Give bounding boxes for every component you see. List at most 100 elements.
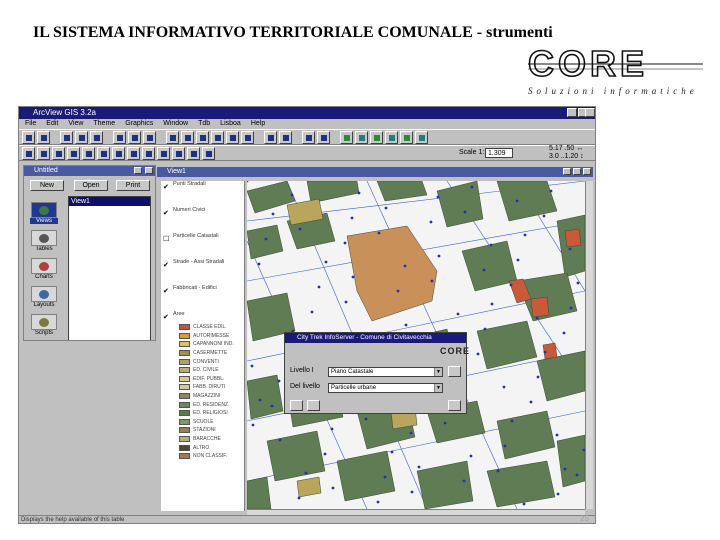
theme-checkbox[interactable]: ✔	[163, 261, 169, 269]
menu-edit[interactable]: Edit	[46, 119, 58, 129]
table-icon	[94, 134, 100, 141]
dialog-stop-button[interactable]	[290, 400, 303, 411]
level-select[interactable]: Piano Catastale ▼	[328, 367, 443, 377]
menu-file[interactable]: File	[25, 119, 36, 129]
theme-checkbox[interactable]: ✔	[163, 287, 169, 295]
zoom-in-button[interactable]	[211, 130, 224, 144]
hotlink-tool[interactable]	[142, 146, 155, 160]
label-tool[interactable]	[157, 146, 170, 160]
layout-button[interactable]	[317, 130, 330, 144]
snap-tool[interactable]	[202, 146, 215, 160]
select-feature-icon	[71, 150, 77, 157]
view-close-button[interactable]	[583, 168, 591, 175]
map-tool-button[interactable]	[400, 130, 413, 144]
pointer-tool[interactable]	[37, 146, 50, 160]
layouts-icon[interactable]	[31, 286, 57, 302]
print-button[interactable]	[385, 130, 398, 144]
dialog-table-button[interactable]	[307, 400, 320, 411]
tables-icon[interactable]	[31, 230, 57, 246]
pan-tool[interactable]	[112, 146, 125, 160]
vertex-edit-tool[interactable]	[52, 146, 65, 160]
theme-checkbox[interactable]: ☐	[163, 235, 169, 243]
theme-checkbox[interactable]: ✔	[163, 313, 169, 321]
menu-view[interactable]: View	[68, 119, 83, 129]
scripts-icon[interactable]	[31, 314, 57, 330]
project-print-button[interactable]: Print	[116, 180, 150, 191]
close-button[interactable]	[585, 108, 595, 117]
text-tool[interactable]	[172, 146, 185, 160]
menu-window[interactable]: Window	[163, 119, 188, 129]
theme-checkbox[interactable]: ✔	[163, 209, 169, 217]
help-button[interactable]	[302, 130, 315, 144]
theme-entry[interactable]: ✔ Strade - Assi Stradali	[161, 259, 244, 285]
minimize-button[interactable]	[567, 108, 577, 117]
address-point	[376, 500, 380, 504]
menu-tdb[interactable]: Tdb	[198, 119, 210, 129]
select-features-button[interactable]	[264, 130, 277, 144]
people-button[interactable]	[370, 130, 383, 144]
theme-checkbox[interactable]: ✔	[163, 183, 169, 191]
sublevel-select[interactable]: Particelle urbane ▼	[328, 383, 443, 393]
zoom-selected-button[interactable]	[196, 130, 209, 144]
infoserver-button[interactable]	[340, 130, 353, 144]
map-vertical-scrollbar[interactable]	[585, 181, 593, 509]
draw-tool[interactable]	[187, 146, 200, 160]
menu-help[interactable]: Help	[251, 119, 265, 129]
legend-swatch	[179, 410, 190, 417]
theme-name: Strade - Assi Stradali	[173, 259, 225, 265]
project-new-button[interactable]: New	[30, 180, 64, 191]
building-polygon	[376, 181, 428, 202]
charts-icon[interactable]	[31, 258, 57, 274]
report-button[interactable]	[415, 130, 428, 144]
theme-entry[interactable]: ☐ Particelle Catastali	[161, 233, 244, 259]
view-maximize-button[interactable]	[573, 168, 581, 175]
project-minimize-button[interactable]	[134, 167, 142, 174]
chevron-down-icon[interactable]: ▼	[434, 384, 442, 392]
save-project-button[interactable]	[22, 130, 35, 144]
address-point	[522, 502, 526, 506]
view-minimize-button[interactable]	[563, 168, 571, 175]
zoom-out-tool[interactable]	[97, 146, 110, 160]
theme-entry[interactable]: ✔ Punti Stradali	[161, 181, 244, 207]
measure-tool[interactable]	[127, 146, 140, 160]
find-button[interactable]	[113, 130, 126, 144]
scale-input[interactable]: 1.309	[485, 148, 513, 158]
chevron-down-icon[interactable]: ▼	[434, 368, 442, 376]
edit-legend-button[interactable]	[75, 130, 88, 144]
confirm-button[interactable]	[448, 366, 461, 377]
clear-selection-button[interactable]	[279, 130, 292, 144]
add-theme-button[interactable]	[37, 130, 50, 144]
theme-name: Fabbricati - Edifici	[173, 285, 217, 291]
query-builder-button[interactable]	[143, 130, 156, 144]
list-item[interactable]: View1	[69, 197, 150, 206]
address-point	[298, 227, 302, 231]
theme-entry[interactable]: ✔ Fabbricati - Edifici	[161, 285, 244, 311]
zoom-in-tool[interactable]	[82, 146, 95, 160]
identify-tool[interactable]	[22, 146, 35, 160]
menu-lisboa[interactable]: Lisboa	[220, 119, 241, 129]
select-feature-tool[interactable]	[67, 146, 80, 160]
zoom-previous-button[interactable]	[241, 130, 254, 144]
theme-properties-button[interactable]	[60, 130, 73, 144]
legend-swatch	[179, 332, 190, 339]
building-polygon	[247, 224, 284, 260]
theme-entry[interactable]: ✔ Numeri Civici	[161, 207, 244, 233]
dialog-info-button[interactable]	[448, 400, 461, 411]
dialog-core-logo: CORE	[440, 346, 471, 356]
theme-entry[interactable]: ✔ Aree	[161, 311, 244, 323]
draw-icon	[191, 150, 197, 157]
network-button[interactable]	[355, 130, 368, 144]
views-icon[interactable]	[31, 202, 57, 218]
zoom-active-button[interactable]	[181, 130, 194, 144]
zoom-full-button[interactable]	[166, 130, 179, 144]
menu-graphics[interactable]: Graphics	[125, 119, 153, 129]
project-open-button[interactable]: Open	[74, 180, 108, 191]
zoom-out-button[interactable]	[226, 130, 239, 144]
project-close-button[interactable]	[145, 167, 153, 174]
menu-theme[interactable]: Theme	[93, 119, 115, 129]
locate-button[interactable]	[128, 130, 141, 144]
dialog-title: City Trek InfoServer - Comune di Civitav…	[285, 333, 466, 343]
select-icon	[268, 134, 274, 141]
open-table-button[interactable]	[90, 130, 103, 144]
address-point	[482, 268, 486, 272]
